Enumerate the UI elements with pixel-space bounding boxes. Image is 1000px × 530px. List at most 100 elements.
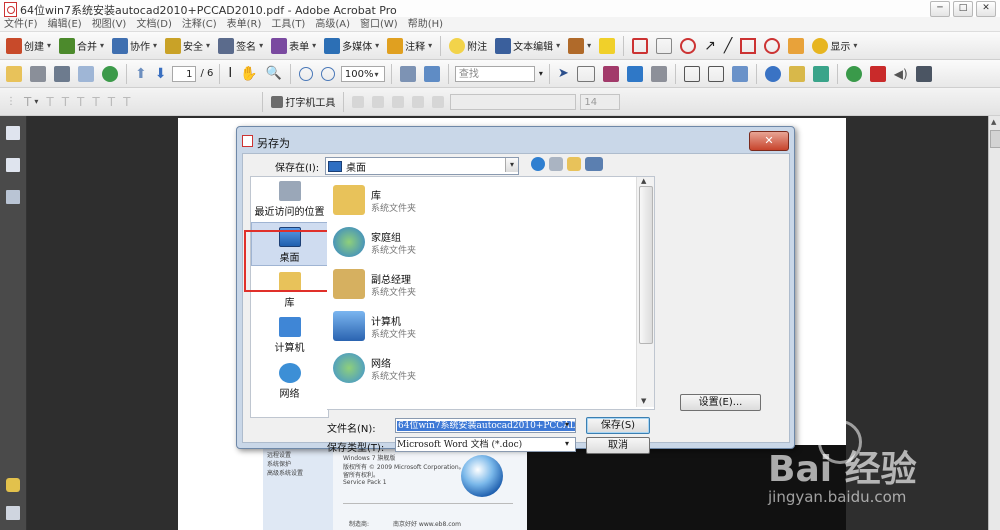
bookmarks-panel-icon[interactable] — [6, 158, 20, 172]
zoom-tool-button[interactable]: 🔍 — [264, 63, 284, 85]
oval-tool-button[interactable] — [762, 35, 782, 57]
email-button[interactable] — [76, 63, 96, 85]
file-item[interactable]: 计算机 系统文件夹 — [331, 307, 631, 347]
link-tool-button[interactable] — [601, 63, 621, 85]
edit-form-button[interactable] — [730, 63, 750, 85]
dialog-close-button[interactable]: ✕ — [749, 131, 789, 151]
font-family-select[interactable] — [450, 93, 577, 110]
prev-page-button[interactable]: ⬆ — [133, 63, 149, 85]
settings-button[interactable]: 设置(E)... — [680, 394, 761, 411]
collaborate-button[interactable]: 协作 — [110, 35, 159, 57]
pages-panel-icon[interactable] — [6, 126, 20, 140]
minimize-button[interactable]: ─ — [930, 1, 950, 17]
create-button[interactable]: 创建 — [4, 35, 53, 57]
menu-help[interactable]: 帮助(H) — [408, 17, 443, 31]
text-italic-button[interactable]: T — [60, 91, 71, 113]
menu-tools[interactable]: 工具(T) — [271, 17, 305, 31]
save-dialog-button[interactable]: 保存(S) — [586, 417, 650, 434]
file-item[interactable]: 家庭组 系统文件夹 — [331, 223, 631, 263]
scroll-thumb[interactable] — [639, 186, 653, 344]
chevron-down-icon[interactable]: ▾ — [565, 439, 569, 448]
audio-button[interactable]: ◀) — [892, 63, 910, 85]
search-input[interactable]: 查找 — [454, 65, 535, 82]
info-button[interactable] — [763, 63, 783, 85]
menu-comments[interactable]: 注释(C) — [182, 17, 217, 31]
attachments-panel-icon[interactable] — [6, 506, 20, 520]
crop-tool-button[interactable] — [625, 63, 645, 85]
secure-button[interactable]: 安全 — [163, 35, 212, 57]
checkbox-tool-button[interactable] — [706, 63, 726, 85]
menu-advanced[interactable]: 高级(A) — [315, 17, 350, 31]
textbox-tool-button[interactable] — [654, 35, 674, 57]
file-list-scrollbar[interactable]: ▲ ▼ — [636, 177, 654, 407]
new-folder-icon[interactable] — [567, 157, 581, 171]
text-color-button[interactable]: T — [22, 91, 40, 113]
signatures-panel-icon[interactable] — [6, 190, 20, 204]
text-strike-button[interactable]: T — [90, 91, 101, 113]
menu-window[interactable]: 窗口(W) — [360, 17, 398, 31]
grid-button[interactable] — [811, 63, 831, 85]
scroll-thumb[interactable] — [990, 130, 1000, 148]
chevron-down-icon[interactable]: ▾ — [505, 158, 518, 172]
place-recent[interactable]: 最近访问的位置 — [251, 181, 328, 218]
hand-tool-button[interactable]: ✋ — [238, 63, 259, 85]
save-button[interactable] — [52, 63, 72, 85]
textfield-tool-button[interactable] — [682, 63, 702, 85]
file-item[interactable]: 库 系统文件夹 — [331, 181, 631, 221]
close-window-button[interactable]: ✕ — [976, 1, 996, 17]
open-button[interactable] — [4, 63, 24, 85]
sticky-note-button[interactable]: 附注 — [447, 35, 489, 57]
pencil-tool-button[interactable] — [786, 35, 806, 57]
text-super-button[interactable]: T — [106, 91, 117, 113]
scroll-up-icon[interactable]: ▲ — [641, 177, 646, 185]
view-menu-icon[interactable] — [585, 157, 603, 171]
text-bold-button[interactable]: T — [44, 91, 55, 113]
file-item[interactable]: 副总经理 系统文件夹 — [331, 265, 631, 305]
typewriter-button[interactable]: 打字机工具 — [269, 91, 337, 113]
show-button[interactable]: 显示 — [810, 35, 859, 57]
text-underline-button[interactable]: T — [75, 91, 86, 113]
filetype-select[interactable]: Microsoft Word 文档 (*.doc) — [395, 437, 576, 452]
text-edit-button[interactable]: 文本编辑 — [493, 35, 562, 57]
scroll-down-icon[interactable]: ▼ — [641, 397, 646, 405]
menu-document[interactable]: 文档(D) — [136, 17, 172, 31]
scroll-up-icon[interactable]: ▲ — [991, 118, 999, 126]
combine-button[interactable]: 合并 — [57, 35, 106, 57]
next-page-button[interactable]: ⬇ — [153, 63, 169, 85]
color-button[interactable] — [844, 63, 864, 85]
upload-button[interactable] — [100, 63, 120, 85]
comment-button[interactable]: 注释 — [385, 35, 434, 57]
menu-edit[interactable]: 编辑(E) — [48, 17, 82, 31]
font-size-select[interactable]: 14 — [580, 93, 621, 110]
save-in-select[interactable]: 桌面 ▾ — [325, 157, 519, 175]
cloud-tool-button[interactable] — [678, 35, 698, 57]
attach-file-button[interactable] — [649, 63, 669, 85]
filename-input[interactable]: 64位win7系统安装autocad2010+PCCAD2010 — [395, 418, 576, 433]
place-network[interactable]: 网络 — [251, 363, 328, 400]
chevron-down-icon[interactable]: ▾ — [539, 69, 543, 78]
menu-file[interactable]: 文件(F) — [4, 17, 38, 31]
flash-button[interactable] — [868, 63, 888, 85]
attach-button[interactable] — [597, 35, 617, 57]
maximize-button[interactable]: □ — [953, 1, 973, 17]
fit-page-button[interactable] — [398, 63, 418, 85]
line-spacing-button[interactable] — [410, 91, 426, 113]
fit-width-button[interactable] — [422, 63, 442, 85]
zoom-in-button[interactable] — [319, 63, 337, 85]
select-object-button[interactable]: ➤ — [556, 63, 571, 85]
multimedia-button[interactable]: 多媒体 — [322, 35, 381, 57]
place-computer[interactable]: 计算机 — [251, 317, 328, 354]
cancel-button[interactable]: 取消 — [586, 437, 650, 454]
align-left-button[interactable] — [350, 91, 366, 113]
forms-button[interactable]: 表单 — [269, 35, 318, 57]
sign-button[interactable]: 签名 — [216, 35, 265, 57]
page-number-input[interactable]: 1 — [172, 65, 197, 82]
video-button[interactable] — [914, 63, 934, 85]
measure-button[interactable] — [787, 63, 807, 85]
menu-view[interactable]: 视图(V) — [92, 17, 127, 31]
zoom-out-button[interactable] — [297, 63, 315, 85]
up-folder-icon[interactable] — [549, 157, 563, 171]
align-center-button[interactable] — [370, 91, 386, 113]
select-tool-button[interactable]: Ⅰ — [226, 63, 234, 85]
highlight-tool-button[interactable] — [630, 35, 650, 57]
